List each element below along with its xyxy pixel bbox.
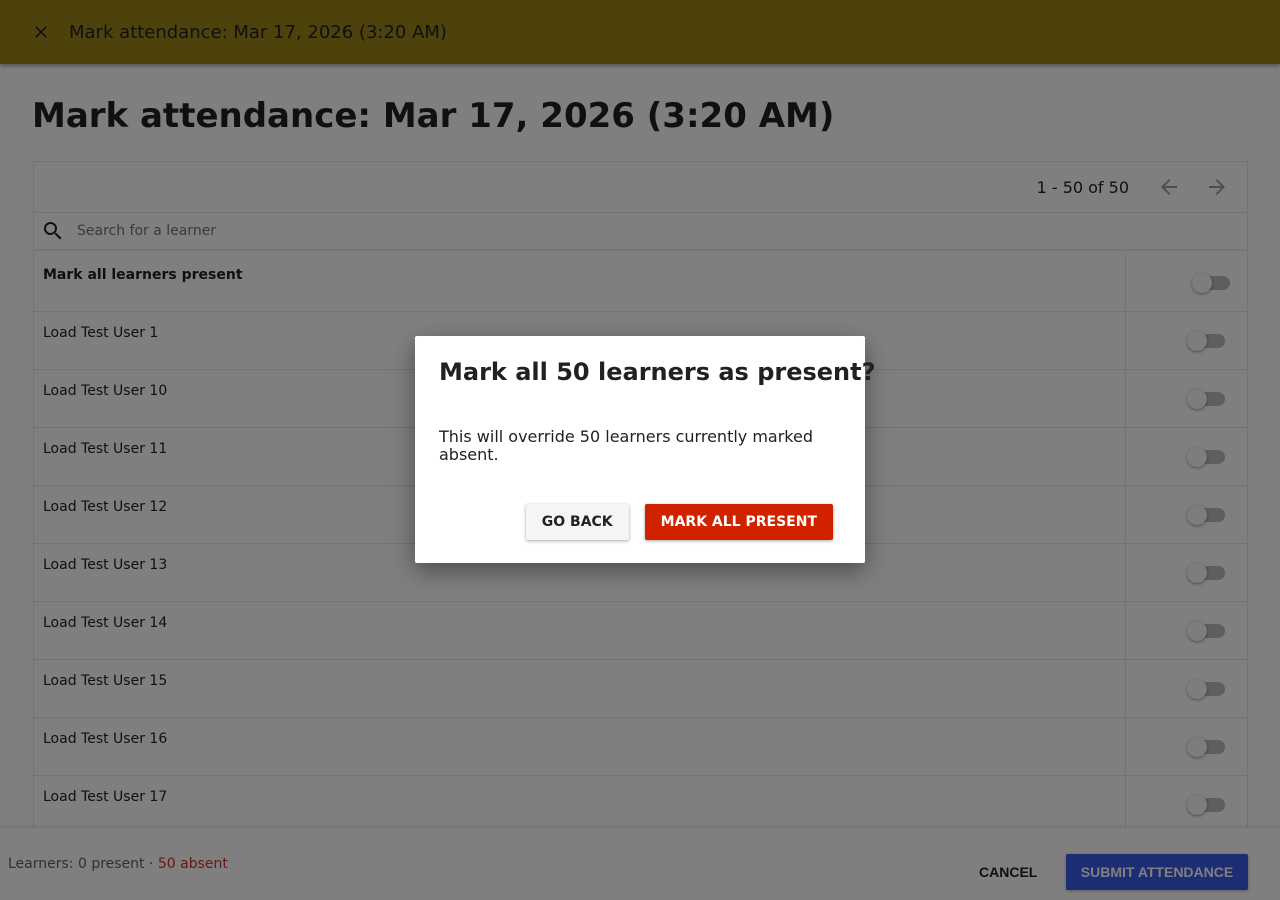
confirm-mark-all-dialog: Mark all 50 learners as present? This wi…: [415, 336, 876, 563]
dialog-title: Mark all 50 learners as present?: [439, 358, 876, 386]
mark-all-present-button[interactable]: MARK ALL PRESENT: [644, 504, 833, 540]
dialog-body: This will override 50 learners currently…: [439, 427, 813, 464]
dialog-actions: GO BACK MARK ALL PRESENT: [525, 504, 833, 540]
go-back-button[interactable]: GO BACK: [525, 504, 629, 540]
